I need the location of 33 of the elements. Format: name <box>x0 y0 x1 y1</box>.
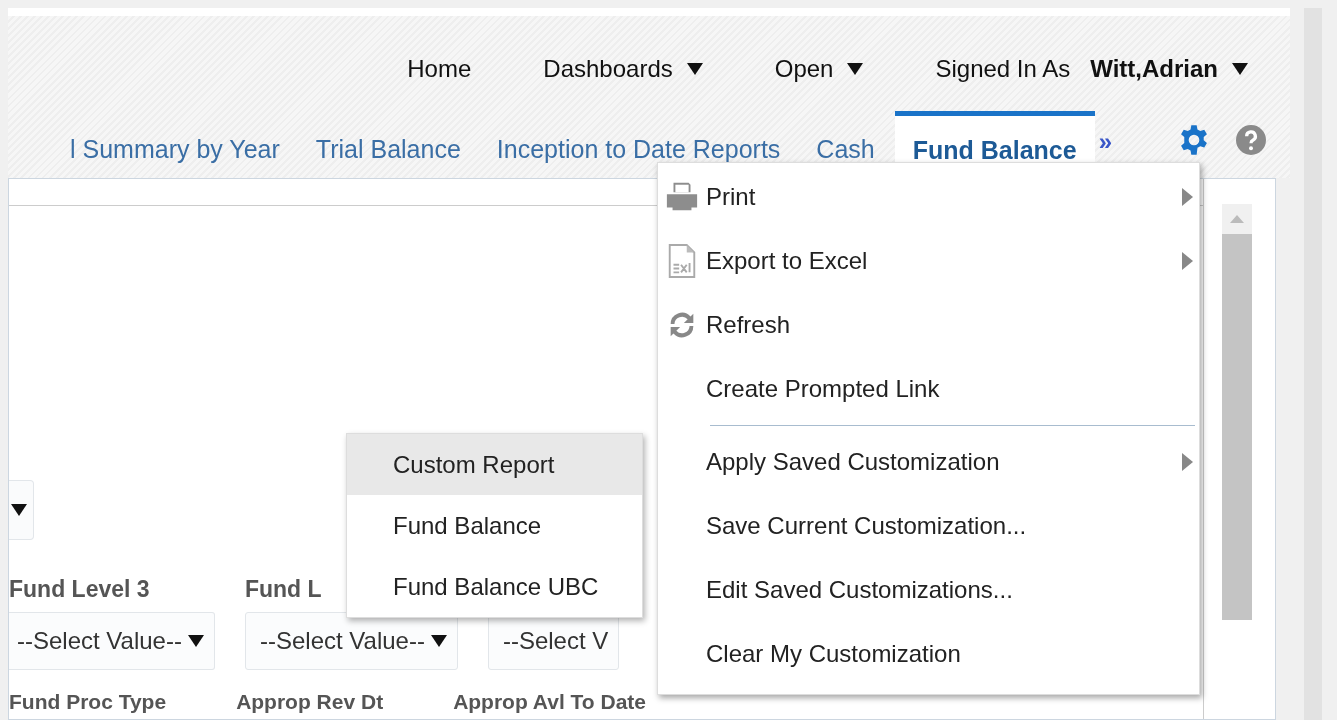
caret-icon <box>847 63 864 75</box>
field-label: Fund L <box>244 576 322 604</box>
menu-item[interactable]: Fund Balance <box>347 495 642 556</box>
menu-item[interactable]: Custom Report <box>347 434 642 495</box>
caret-icon <box>187 635 204 647</box>
menu-item[interactable]: Apply Saved Customization <box>658 430 1199 494</box>
help-icon[interactable] <box>1236 125 1266 155</box>
nav-menu[interactable]: Dashboards <box>543 55 703 83</box>
nav-menu[interactable]: Open <box>774 55 864 83</box>
scrollbar[interactable] <box>1222 204 1252 620</box>
menu-item[interactable]: Refresh <box>658 293 1199 357</box>
select-field[interactable] <box>9 480 34 540</box>
menu-item[interactable]: Clear My Customization <box>658 622 1199 686</box>
nav-link[interactable]: Home <box>407 55 472 83</box>
menu-item[interactable]: Create Prompted Link <box>658 357 1199 421</box>
field-label: Fund Level 3 <box>9 576 150 604</box>
tab[interactable]: l Summary by Year <box>52 130 298 178</box>
select-field[interactable]: --Select Value-- <box>244 612 458 670</box>
user-menu[interactable]: Signed In As Witt,Adrian <box>935 55 1248 83</box>
caret-icon <box>1232 63 1248 75</box>
more-tabs-button[interactable]: » <box>1098 128 1112 156</box>
field-label: Approp Rev Dt <box>236 690 384 714</box>
menu-item[interactable]: Save Current Customization... <box>658 494 1199 558</box>
tab[interactable]: Trial Balance <box>297 130 479 178</box>
caret-icon <box>11 504 27 516</box>
settings-icon[interactable] <box>1178 124 1210 156</box>
menu-item[interactable]: Edit Saved Customizations... <box>658 558 1199 622</box>
field-label: Fund Proc Type <box>9 690 167 714</box>
select-field[interactable]: --Select Value-- <box>9 612 215 670</box>
caret-icon <box>430 635 447 647</box>
caret-icon <box>686 63 703 75</box>
field-label: Approp Avl To Date <box>453 690 646 714</box>
menu-item[interactable]: Export to Excel <box>658 229 1199 293</box>
